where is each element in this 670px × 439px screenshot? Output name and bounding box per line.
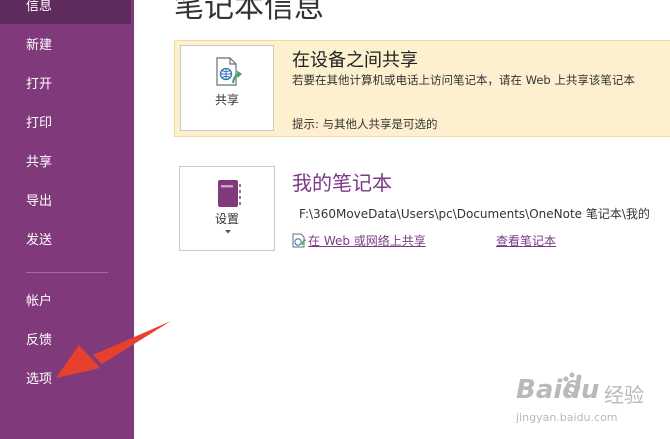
paw-icon <box>563 372 582 394</box>
watermark-brand: Baidu <box>516 375 600 405</box>
watermark-url: jingyan.baidu.com <box>516 411 618 424</box>
watermark-suffix: 经验 <box>604 383 644 407</box>
baidu-watermark: Baidu 经验 jingyan.baidu.com <box>512 365 662 435</box>
